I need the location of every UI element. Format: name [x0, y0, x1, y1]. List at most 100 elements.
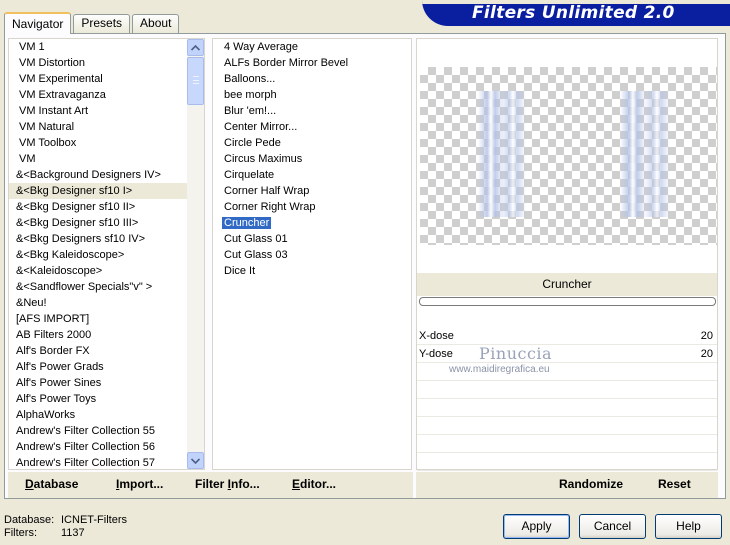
category-item[interactable]: Andrew's Filter Collection 56 — [9, 439, 189, 455]
filter-item[interactable]: Cut Glass 01 — [213, 231, 411, 247]
category-item[interactable]: VM 1 — [9, 39, 189, 55]
status-value: 1137 — [61, 527, 85, 539]
status-label: Database: — [4, 514, 55, 526]
import-button[interactable]: Import... — [116, 477, 163, 491]
category-item[interactable]: Andrew's Filter Collection 55 — [9, 423, 189, 439]
filter-item[interactable]: Circus Maximus — [213, 151, 411, 167]
randomize-button[interactable]: Randomize — [559, 477, 623, 491]
category-item[interactable]: &<Background Designers IV> — [9, 167, 189, 183]
preview-area — [417, 39, 717, 272]
filter-item-label: Corner Right Wrap — [224, 201, 316, 213]
tab-navigator[interactable]: Navigator — [4, 12, 72, 34]
category-item[interactable]: &<Bkg Designer sf10 II> — [9, 199, 189, 215]
scroll-down-button[interactable] — [187, 452, 204, 469]
filter-item[interactable]: Corner Right Wrap — [213, 199, 411, 215]
category-item[interactable]: VM Experimental — [9, 71, 189, 87]
help-button[interactable]: Help — [655, 514, 722, 539]
preview-streak — [500, 91, 526, 217]
filter-list[interactable]: 4 Way Average ALFs Border Mirror Bevel Bal… — [212, 38, 412, 470]
category-item[interactable]: VM Extravaganza — [9, 87, 189, 103]
category-item[interactable]: &<Kaleidoscope> — [9, 263, 189, 279]
filter-item[interactable]: Dice It — [213, 263, 411, 279]
category-item[interactable]: Alf's Border FX — [9, 343, 189, 359]
param-label: X-dose — [419, 330, 454, 342]
empty-param-row — [417, 435, 717, 453]
category-item[interactable]: VM Toolbox — [9, 135, 189, 151]
category-item[interactable]: Andrew's Filter Collection 57 — [9, 455, 189, 469]
category-items: VM 1 VM Distortion VM Experimental VM Extra… — [9, 39, 189, 469]
filter-item[interactable]: Blur 'em!... — [213, 103, 411, 119]
status-label: Filters: — [4, 527, 37, 539]
filter-item[interactable]: Center Mirror... — [213, 119, 411, 135]
category-item[interactable]: &Neu! — [9, 295, 189, 311]
filter-item-label: Balloons... — [224, 73, 276, 85]
editor-button[interactable]: Editor... — [292, 477, 336, 491]
status-area: Database: ICNET-Filters Filters: 1137 — [4, 514, 127, 540]
filter-item-label: Blur 'em!... — [224, 105, 277, 117]
filter-item[interactable]: ALFs Border Mirror Bevel — [213, 55, 411, 71]
filter-item[interactable]: Cruncher — [213, 215, 411, 231]
filter-info-button[interactable]: Filter Info... — [195, 477, 260, 491]
editor-label: ditor... — [300, 477, 337, 491]
filter-item-label: bee morph — [224, 89, 277, 101]
tab-strip: Navigator Presets About — [4, 11, 181, 34]
filter-info-label: nfo... — [231, 477, 260, 491]
category-item[interactable]: &<Bkg Designer sf10 III> — [9, 215, 189, 231]
category-item[interactable]: &<Bkg Designers sf10 IV> — [9, 231, 189, 247]
empty-param-row — [417, 399, 717, 417]
param-row-y-dose[interactable]: Y-dose 20 — [417, 345, 717, 363]
filter-item[interactable]: Balloons... — [213, 71, 411, 87]
category-item[interactable]: Alf's Power Toys — [9, 391, 189, 407]
title-banner: Filters Unlimited 2.0 — [422, 0, 730, 26]
reset-button[interactable]: Reset — [658, 477, 691, 491]
category-item[interactable]: Alf's Power Sines — [9, 375, 189, 391]
filter-item-label: Corner Half Wrap — [224, 185, 310, 197]
filter-item[interactable]: Cut Glass 03 — [213, 247, 411, 263]
category-item[interactable]: Alf's Power Grads — [9, 359, 189, 375]
apply-button[interactable]: Apply — [503, 514, 570, 539]
category-item[interactable]: &<Sandflower Specials"v" > — [9, 279, 189, 295]
empty-param-rows — [417, 363, 717, 471]
filter-item[interactable]: 4 Way Average — [213, 39, 411, 55]
chevron-up-icon — [191, 44, 200, 51]
category-item[interactable]: VM Distortion — [9, 55, 189, 71]
filter-item-label: Cirquelate — [224, 169, 275, 181]
filter-item[interactable]: Corner Half Wrap — [213, 183, 411, 199]
filter-item-label: Cruncher — [222, 217, 272, 229]
category-item[interactable]: &<Bkg Designer sf10 I> — [9, 183, 189, 199]
scroll-up-button[interactable] — [187, 39, 204, 56]
category-item[interactable]: VM — [9, 151, 189, 167]
database-button[interactable]: Database — [25, 477, 78, 491]
tab-presets[interactable]: Presets — [73, 14, 131, 33]
category-item[interactable]: AB Filters 2000 — [9, 327, 189, 343]
cancel-button[interactable]: Cancel — [579, 514, 646, 539]
category-item[interactable]: VM Natural — [9, 119, 189, 135]
param-row-x-dose[interactable]: X-dose 20 — [417, 327, 717, 345]
empty-param-row — [417, 453, 717, 471]
banner-title: Filters Unlimited 2.0 — [472, 3, 675, 23]
category-item[interactable]: [AFS IMPORT] — [9, 311, 189, 327]
empty-param-row — [417, 417, 717, 435]
preview-image — [420, 67, 717, 245]
filter-info-label: Filter — [195, 477, 228, 491]
status-value: ICNET-Filters — [61, 514, 127, 526]
param-value: 20 — [700, 348, 713, 360]
filter-item[interactable]: Cirquelate — [213, 167, 411, 183]
category-list[interactable]: VM 1 VM Distortion VM Experimental VM Extra… — [8, 38, 205, 470]
category-scrollbar[interactable] — [187, 39, 204, 469]
category-item[interactable]: &<Bkg Kaleidoscope> — [9, 247, 189, 263]
param-value: 20 — [700, 330, 713, 342]
category-item[interactable]: AlphaWorks — [9, 407, 189, 423]
filter-item[interactable]: Circle Pede — [213, 135, 411, 151]
filter-item-label: Circle Pede — [224, 137, 281, 149]
filter-item-label: Circus Maximus — [224, 153, 303, 165]
category-item[interactable]: VM Instant Art — [9, 103, 189, 119]
filter-item-label: Center Mirror... — [224, 121, 298, 133]
param-label: Y-dose — [419, 348, 453, 360]
filter-item-label: ALFs Border Mirror Bevel — [224, 57, 349, 69]
scroll-thumb[interactable] — [187, 57, 204, 105]
tab-about[interactable]: About — [132, 14, 180, 33]
empty-param-row — [417, 381, 717, 399]
filter-item[interactable]: bee morph — [213, 87, 411, 103]
chevron-down-icon — [191, 457, 200, 464]
